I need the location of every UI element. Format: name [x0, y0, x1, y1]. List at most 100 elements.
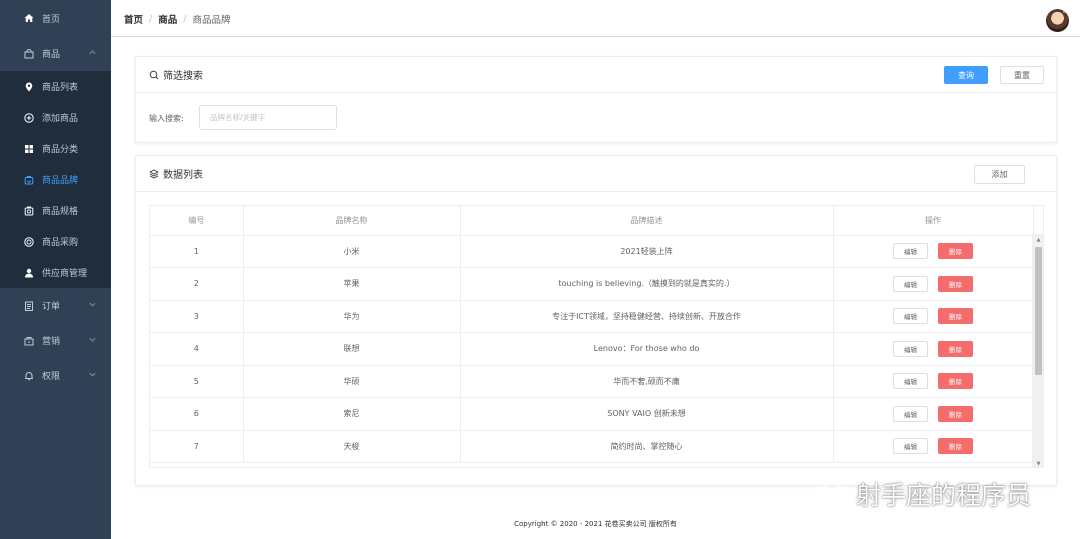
cell-actions: 编辑 删除 — [833, 300, 1034, 333]
bell-icon — [24, 371, 34, 381]
sidebar-item-home[interactable]: 首页 — [0, 0, 111, 36]
delete-button[interactable]: 删除 — [938, 405, 973, 422]
chevron-down-icon — [88, 370, 97, 379]
sidebar-item-supplier[interactable]: 供应商管理 — [0, 257, 111, 288]
breadcrumb-goods[interactable]: 商品 — [158, 12, 177, 26]
marketing-icon — [24, 336, 34, 346]
table-scrollbar[interactable]: ▲ ▼ — [1032, 235, 1043, 467]
goods-submenu: 商品列表 添加商品 商品分类 商品品牌 商品规格 商品采购 供应商管理 — [0, 71, 111, 288]
cell-actions: 编辑 删除 — [833, 267, 1034, 301]
chevron-up-icon — [88, 48, 97, 57]
edit-button[interactable]: 编辑 — [893, 340, 928, 357]
brand-icon — [24, 175, 34, 185]
sidebar-item-label: 添加商品 — [42, 114, 79, 124]
cell-name: 华为 — [243, 300, 461, 333]
cell-actions: 编辑 删除 — [833, 332, 1034, 366]
breadcrumb-separator: / — [149, 13, 153, 25]
column-header-actions: 操作 — [833, 206, 1034, 236]
sidebar-item-label: 商品分类 — [42, 145, 79, 155]
sidebar-item-goods-purchase[interactable]: 商品采购 — [0, 226, 111, 257]
sidebar-item-goods-brand[interactable]: 商品品牌 — [0, 164, 111, 195]
search-input[interactable] — [199, 105, 337, 130]
sidebar: 首页 商品 商品列表 添加商品 商品分类 商品品牌 商品规格 商品采购 供应商管… — [0, 0, 111, 539]
sidebar-item-add-goods[interactable]: 添加商品 — [0, 102, 111, 133]
breadcrumb: 首页 / 商品 / 商品品牌 — [124, 12, 231, 27]
scroll-up-icon[interactable]: ▲ — [1035, 237, 1042, 243]
cell-name: 索尼 — [243, 397, 461, 431]
cell-desc: touching is believing.（触摸到的就是真实的.） — [460, 267, 834, 301]
table-header-row: 编号 品牌名称 品牌描述 操作 — [150, 206, 1034, 236]
top-header: 首页 / 商品 / 商品品牌 ♛ — [111, 0, 1080, 37]
sidebar-item-label: 订单 — [42, 302, 61, 312]
sidebar-item-orders[interactable]: 订单 — [0, 288, 111, 323]
sidebar-item-label: 供应商管理 — [42, 269, 88, 279]
cell-desc: 简约时尚、掌控随心 — [460, 430, 834, 463]
cell-desc: Lenovo：For those who do — [460, 332, 834, 366]
column-header-id: 编号 — [150, 206, 244, 236]
sidebar-item-label: 商品规格 — [42, 207, 79, 217]
delete-button[interactable]: 删除 — [938, 438, 973, 455]
sidebar-item-goods-list[interactable]: 商品列表 — [0, 71, 111, 102]
table-row: 7 天梭 简约时尚、掌控随心 编辑 删除 — [150, 430, 1034, 463]
scroll-down-icon[interactable]: ▼ — [1035, 461, 1042, 467]
sidebar-item-label: 商品 — [42, 50, 61, 60]
table-row: 2 苹果 touching is believing.（触摸到的就是真实的.） 编辑删… — [150, 267, 1034, 301]
cell-id: 3 — [150, 300, 244, 333]
column-header-desc: 品牌描述 — [460, 206, 834, 236]
cell-id: 5 — [150, 365, 244, 398]
sidebar-item-label: 商品列表 — [42, 83, 79, 93]
query-button[interactable]: 查询 — [944, 66, 988, 84]
list-card: 数据列表 添加 编号 品牌名称 品牌描述 操作 1 小米 2021轻装上阵 编辑 删除 2… — [135, 155, 1057, 486]
breadcrumb-home[interactable]: 首页 — [124, 12, 143, 26]
cell-desc: SONY VAIO 创新未想 — [460, 397, 834, 431]
cell-name: 华硕 — [243, 365, 461, 398]
delete-button[interactable]: 删除 — [938, 373, 973, 390]
scrollbar-thumb[interactable] — [1035, 247, 1042, 375]
brand-table: 编号 品牌名称 品牌描述 操作 1 小米 2021轻装上阵 编辑 删除 2 苹果 touchi… — [149, 205, 1044, 468]
breadcrumb-current: 商品品牌 — [192, 15, 231, 26]
edit-button[interactable]: 编辑 — [893, 405, 928, 422]
add-button[interactable]: 添加 — [974, 165, 1025, 184]
filter-title: 筛选搜索 — [163, 71, 203, 82]
delete-button[interactable]: 删除 — [938, 243, 973, 260]
watermark-text: 射手座的程序员 — [856, 481, 1032, 510]
wechat-icon — [821, 483, 851, 505]
cell-name: 联想 — [243, 332, 461, 366]
delete-button[interactable]: 删除 — [938, 340, 973, 357]
sidebar-item-goods-spec[interactable]: 商品规格 — [0, 195, 111, 226]
cell-id: 2 — [150, 267, 244, 301]
watermark: 射手座的程序员 — [820, 476, 1031, 512]
delete-button[interactable]: 删除 — [938, 275, 973, 292]
edit-button[interactable]: 编辑 — [893, 275, 928, 292]
table-row: 1 小米 2021轻装上阵 编辑 删除 — [150, 235, 1034, 268]
sidebar-item-label: 权限 — [42, 372, 61, 382]
table-header-gutter — [1032, 206, 1043, 235]
sidebar-item-permission[interactable]: 权限 — [0, 358, 111, 393]
table-body: 1 小米 2021轻装上阵 编辑 删除 2 苹果 touching is believing.… — [150, 235, 1034, 463]
edit-button[interactable]: 编辑 — [893, 373, 928, 390]
edit-button[interactable]: 编辑 — [893, 308, 928, 325]
shopping-bag-icon — [24, 48, 34, 59]
reset-button[interactable]: 重置 — [1000, 66, 1044, 84]
cell-id: 1 — [150, 235, 244, 268]
delete-button[interactable]: 删除 — [938, 308, 973, 325]
cell-actions: 编辑 删除 — [833, 430, 1034, 463]
list-title: 数据列表 — [163, 170, 203, 181]
cell-id: 7 — [150, 430, 244, 463]
footer-copyright: Copyright © 2020 - 2021 花卷买卖公司 版权所有 — [514, 520, 677, 528]
sidebar-item-label: 首页 — [42, 14, 61, 25]
sidebar-item-goods[interactable]: 商品 — [0, 36, 111, 71]
edit-button[interactable]: 编辑 — [893, 438, 928, 455]
cell-actions: 编辑 删除 — [833, 365, 1034, 398]
avatar[interactable]: ♛ — [1046, 9, 1069, 32]
list-card-header: 数据列表 — [136, 156, 1056, 192]
cell-name: 苹果 — [243, 267, 461, 301]
filter-card-header: 筛选搜索 — [136, 57, 1056, 93]
sidebar-item-marketing[interactable]: 营销 — [0, 323, 111, 358]
spec-icon — [24, 206, 34, 216]
location-pin-icon — [24, 82, 34, 92]
edit-button[interactable]: 编辑 — [893, 243, 928, 260]
sidebar-item-goods-category[interactable]: 商品分类 — [0, 133, 111, 164]
cell-name: 天梭 — [243, 430, 461, 463]
cell-actions: 编辑 删除 — [833, 397, 1034, 431]
